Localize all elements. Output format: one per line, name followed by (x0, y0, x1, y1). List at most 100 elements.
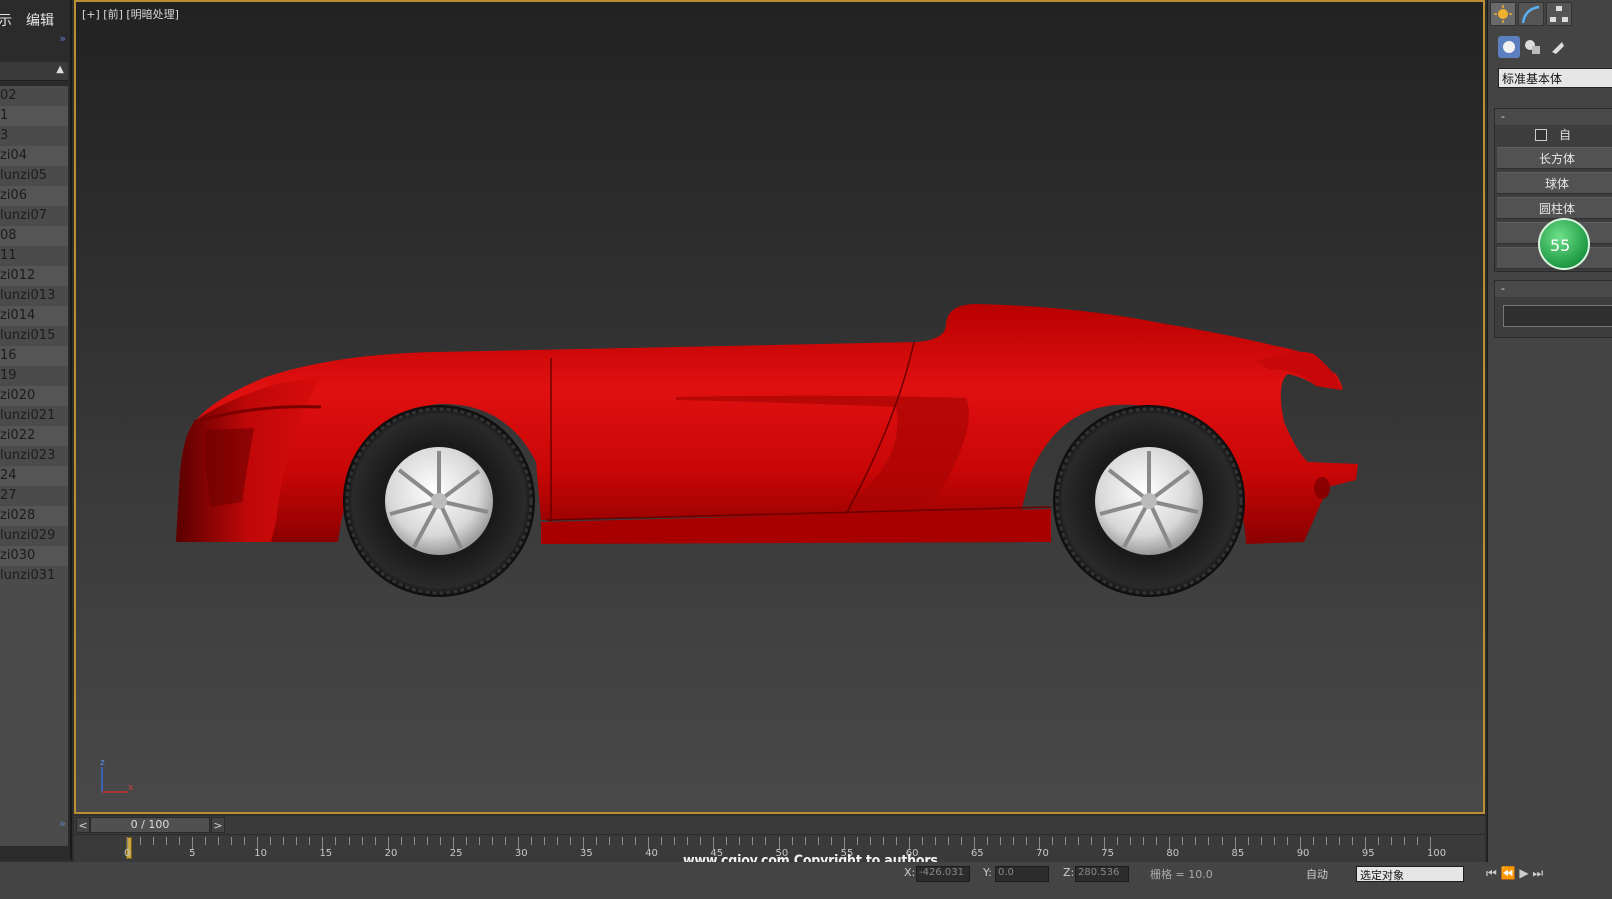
time-slider[interactable]: < 0 / 100 > (74, 816, 1485, 834)
list-item[interactable]: lunzi029 (0, 526, 68, 546)
track-tick (504, 837, 506, 845)
list-item[interactable]: 27 (0, 486, 68, 506)
list-item[interactable]: lunzi023 (0, 446, 68, 466)
track-label: 95 (1361, 848, 1375, 859)
primitive-type-dropdown[interactable]: 标准基本体 (1498, 68, 1612, 88)
track-label: 5 (189, 848, 196, 859)
track-tick (439, 837, 441, 845)
list-item[interactable]: 1 (0, 106, 68, 126)
cylinder-button[interactable]: 圆柱体 (1497, 197, 1612, 219)
list-item[interactable]: lunzi031 (0, 566, 68, 586)
track-tick (1143, 837, 1145, 845)
y-coord-field[interactable]: 0.0 (995, 866, 1049, 882)
list-item[interactable]: zi04 (0, 146, 68, 166)
list-item[interactable]: 08 (0, 226, 68, 246)
rear-light (1314, 477, 1330, 499)
car-model[interactable]: z x (76, 2, 1485, 814)
status-bar: X: -426.031 Y: 0.0 Z: 280.536 栅格 = 10.0 … (0, 862, 1612, 899)
object-type-rollout-header[interactable]: - 对 (1495, 109, 1612, 125)
track-tick (543, 837, 545, 845)
list-item[interactable]: lunzi07 (0, 206, 68, 226)
axis-z-label: z (100, 758, 105, 768)
list-item[interactable]: lunzi05 (0, 166, 68, 186)
rollout-collapse-icon[interactable]: - (1501, 110, 1505, 123)
list-item[interactable]: zi012 (0, 266, 68, 286)
track-tick (1247, 837, 1249, 845)
list-item[interactable]: zi020 (0, 386, 68, 406)
list-item[interactable]: zi030 (0, 546, 68, 566)
list-item[interactable]: 24 (0, 466, 68, 486)
list-item[interactable]: zi028 (0, 506, 68, 526)
track-tick (1221, 837, 1223, 845)
prev-frame-button[interactable]: < (76, 817, 90, 833)
rollout2-collapse-icon[interactable]: - (1501, 282, 1505, 295)
track-tick (921, 837, 923, 845)
track-tick (830, 837, 832, 845)
track-tick (1325, 837, 1327, 845)
list-item[interactable]: 11 (0, 246, 68, 266)
track-tick (153, 837, 155, 845)
next-frame-button[interactable]: > (211, 817, 225, 833)
time-slider-thumb[interactable]: 0 / 100 (90, 817, 210, 833)
track-tick (348, 837, 350, 845)
list-item[interactable]: zi022 (0, 426, 68, 446)
track-label: 85 (1231, 848, 1245, 859)
front-viewport[interactable]: [+] [前] [明暗处理] z x (74, 0, 1485, 814)
playback-controls-icon[interactable]: ⏮ ⏪ ▶ ⏭ (1486, 866, 1543, 881)
x-coord-field[interactable]: -426.031 (916, 866, 970, 882)
track-tick (895, 837, 897, 845)
geometry-icon[interactable] (1498, 36, 1520, 58)
object-list[interactable]: 02 1 3 zi04 lunzi05 zi06 lunzi07 08 11 zi012 lunzi… (0, 86, 68, 846)
sort-arrow-icon[interactable]: ▲ (56, 64, 64, 75)
auto-key-label[interactable]: 自动 (1306, 866, 1328, 882)
box-button[interactable]: 长方体 (1497, 147, 1612, 169)
track-tick (596, 837, 598, 845)
list-item[interactable]: lunzi013 (0, 286, 68, 306)
track-tick (478, 837, 480, 845)
menu-edit[interactable]: 编辑 (26, 10, 54, 30)
shapes-icon[interactable] (1522, 36, 1544, 58)
sphere-button[interactable]: 球体 (1497, 172, 1612, 194)
y-coord-label: Y: (983, 866, 992, 879)
track-tick (1026, 837, 1028, 845)
track-tick (739, 837, 741, 845)
name-color-rollout-header[interactable]: - 名 (1495, 281, 1612, 297)
grid-label: 栅格 = 10.0 (1150, 868, 1213, 881)
track-tick (1286, 837, 1288, 845)
autogrid-checkbox[interactable] (1535, 129, 1547, 141)
list-item[interactable]: zi06 (0, 186, 68, 206)
hierarchy-tab-icon[interactable] (1546, 2, 1572, 26)
axis-gizmo: z x (100, 758, 134, 793)
expand-arrows-bottom-icon[interactable]: » (59, 817, 66, 830)
list-item[interactable]: 16 (0, 346, 68, 366)
track-tick (465, 837, 467, 845)
track-tick (817, 837, 819, 845)
track-tick (400, 837, 402, 845)
modify-tab-icon[interactable] (1518, 2, 1544, 26)
create-tab-icon[interactable] (1490, 2, 1516, 26)
lights-icon[interactable] (1546, 36, 1568, 58)
track-label: 30 (514, 848, 528, 859)
track-tick (1273, 837, 1275, 845)
list-item[interactable]: zi014 (0, 306, 68, 326)
list-item[interactable]: 3 (0, 126, 68, 146)
track-tick (1117, 837, 1119, 845)
list-item[interactable]: 02 (0, 86, 68, 106)
list-item[interactable]: lunzi015 (0, 326, 68, 346)
track-tick (1338, 837, 1340, 845)
object-name-input[interactable] (1503, 305, 1612, 327)
track-tick (283, 837, 285, 845)
track-tick (947, 837, 949, 845)
track-label: 70 (1036, 848, 1049, 859)
selection-set-dropdown[interactable]: 选定对象 (1356, 866, 1464, 882)
track-tick (1013, 837, 1015, 845)
menu-view[interactable]: 示 (0, 10, 12, 30)
track-tick (426, 837, 428, 845)
z-coord-field[interactable]: 280.536 (1075, 866, 1129, 882)
explorer-column-header[interactable]: ▲ (0, 62, 68, 81)
scene-explorer: 示 编辑 » ▲ 0213zi04lunzi05zi06lunzi070811z… (0, 0, 72, 860)
list-item[interactable]: lunzi021 (0, 406, 68, 426)
expand-arrows-icon[interactable]: » (59, 32, 66, 45)
track-label: 35 (580, 848, 593, 859)
list-item[interactable]: 19 (0, 366, 68, 386)
